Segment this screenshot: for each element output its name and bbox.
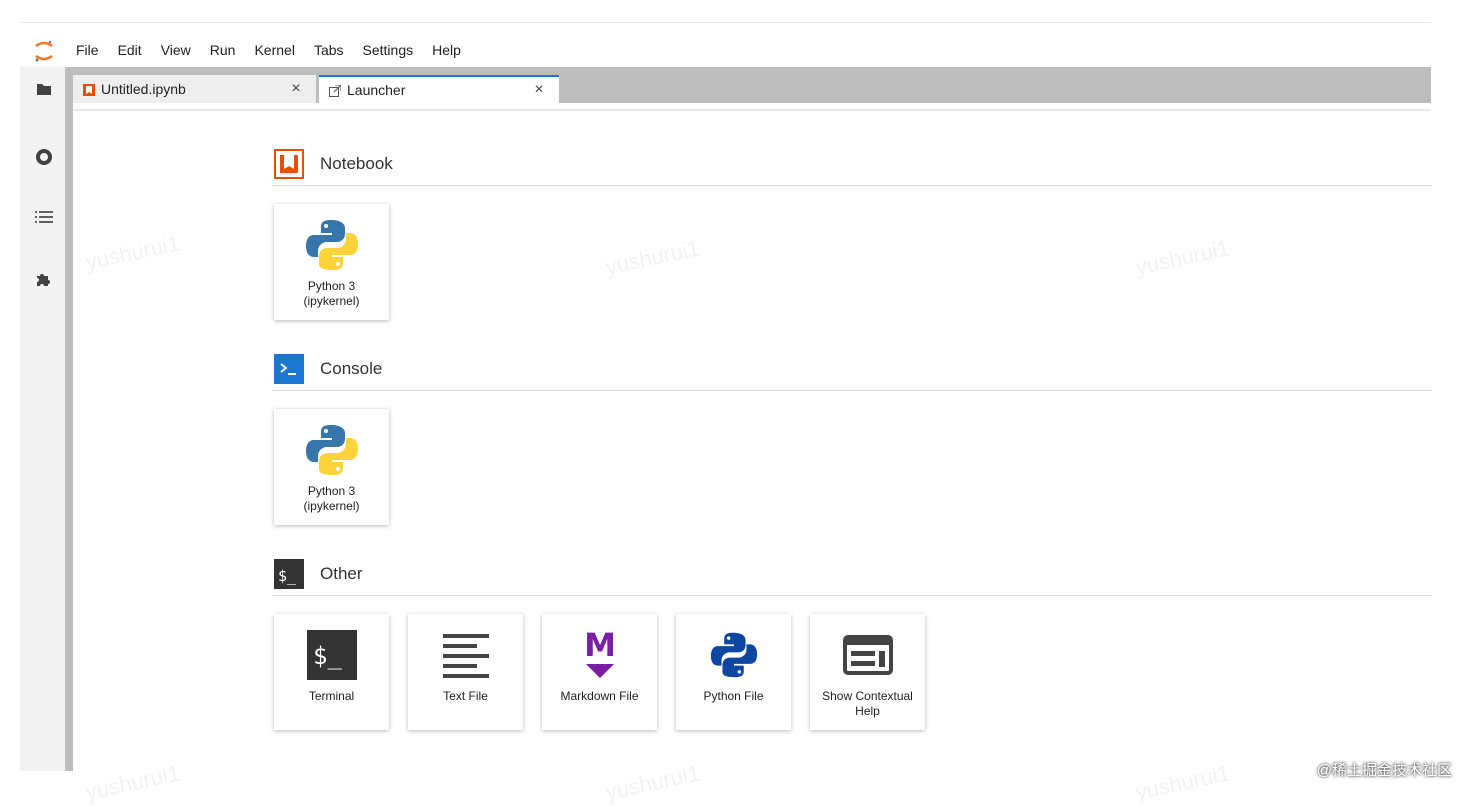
terminal-icon: $_ bbox=[274, 559, 304, 589]
source-tag: @稀土掘金技术社区 bbox=[1316, 762, 1452, 779]
tab-label: Untitled.ipynb bbox=[101, 81, 186, 97]
launch-icon bbox=[329, 84, 342, 97]
contextual-help-icon bbox=[839, 626, 897, 684]
section-title: Other bbox=[320, 564, 363, 583]
menu-tabs[interactable]: Tabs bbox=[314, 42, 344, 58]
python-logo-icon bbox=[303, 216, 361, 274]
console-icon bbox=[274, 354, 304, 384]
tab-bar: Untitled.ipynb × Launcher × bbox=[73, 67, 1431, 103]
running-kernels-icon[interactable] bbox=[34, 147, 54, 167]
python-logo-icon bbox=[303, 421, 361, 479]
menu-bar: File Edit View Run Kernel Tabs Settings … bbox=[20, 33, 1431, 63]
table-of-contents-icon[interactable] bbox=[34, 207, 54, 227]
section-title: Notebook bbox=[320, 154, 393, 173]
menu-run[interactable]: Run bbox=[210, 42, 236, 58]
text-file-icon bbox=[437, 626, 495, 684]
terminal-icon: $_ bbox=[303, 626, 361, 684]
notebook-section: Notebook Python 3 (ipykernel) bbox=[272, 143, 1432, 320]
section-header: Console bbox=[272, 348, 1432, 391]
card-label: Python 3 (ipykernel) bbox=[303, 484, 360, 513]
svg-text:$_: $_ bbox=[313, 642, 342, 670]
card-label: Python File bbox=[703, 689, 764, 703]
jupyter-logo-icon bbox=[34, 39, 54, 63]
tab-untitled-ipynb[interactable]: Untitled.ipynb × bbox=[73, 75, 316, 103]
notebook-icon bbox=[274, 149, 304, 179]
tab-launcher[interactable]: Launcher × bbox=[319, 75, 559, 103]
close-icon[interactable]: × bbox=[527, 81, 551, 99]
markdown-icon: M bbox=[571, 626, 629, 684]
card-label: Python 3 (ipykernel) bbox=[303, 279, 360, 308]
svg-text:$_: $_ bbox=[278, 567, 297, 585]
menu-kernel[interactable]: Kernel bbox=[254, 42, 294, 58]
menu-help[interactable]: Help bbox=[432, 42, 461, 58]
console-python3-card[interactable]: Python 3 (ipykernel) bbox=[274, 409, 389, 525]
section-header: $_ Other bbox=[272, 553, 1432, 596]
menu-file[interactable]: File bbox=[76, 42, 99, 58]
card-label: Show Contextual Help bbox=[822, 689, 913, 718]
section-title: Console bbox=[320, 359, 383, 378]
notebook-python3-card[interactable]: Python 3 (ipykernel) bbox=[274, 204, 389, 320]
notebook-icon bbox=[83, 83, 95, 96]
sidebar-divider bbox=[65, 67, 73, 771]
python-file-card[interactable]: Python File bbox=[676, 614, 791, 730]
menu-settings[interactable]: Settings bbox=[363, 42, 414, 58]
python-file-icon bbox=[705, 626, 763, 684]
text-file-card[interactable]: Text File bbox=[408, 614, 523, 730]
left-sidebar bbox=[20, 67, 65, 771]
contextual-help-card[interactable]: Show Contextual Help bbox=[810, 614, 925, 730]
svg-text:M: M bbox=[584, 628, 616, 664]
other-section: $_ Other $_ Terminal Text File M Markdow… bbox=[272, 553, 1432, 730]
card-label: Text File bbox=[443, 689, 488, 703]
terminal-card[interactable]: $_ Terminal bbox=[274, 614, 389, 730]
close-icon[interactable]: × bbox=[284, 80, 308, 98]
extension-manager-icon[interactable] bbox=[34, 268, 54, 288]
markdown-file-card[interactable]: M Markdown File bbox=[542, 614, 657, 730]
console-section: Console Python 3 (ipykernel) bbox=[272, 348, 1432, 525]
card-label: Terminal bbox=[308, 689, 355, 703]
tab-label: Launcher bbox=[347, 82, 406, 98]
menu-edit[interactable]: Edit bbox=[118, 42, 142, 58]
jupyterlab-window: File Edit View Run Kernel Tabs Settings … bbox=[20, 22, 1432, 771]
tab-bar-underline bbox=[73, 109, 1431, 111]
file-browser-icon[interactable] bbox=[34, 79, 54, 99]
launcher-panel: Notebook Python 3 (ipykernel) Console Py… bbox=[272, 143, 1432, 730]
card-label: Markdown File bbox=[560, 689, 639, 703]
menu-view[interactable]: View bbox=[161, 42, 191, 58]
section-header: Notebook bbox=[272, 143, 1432, 186]
